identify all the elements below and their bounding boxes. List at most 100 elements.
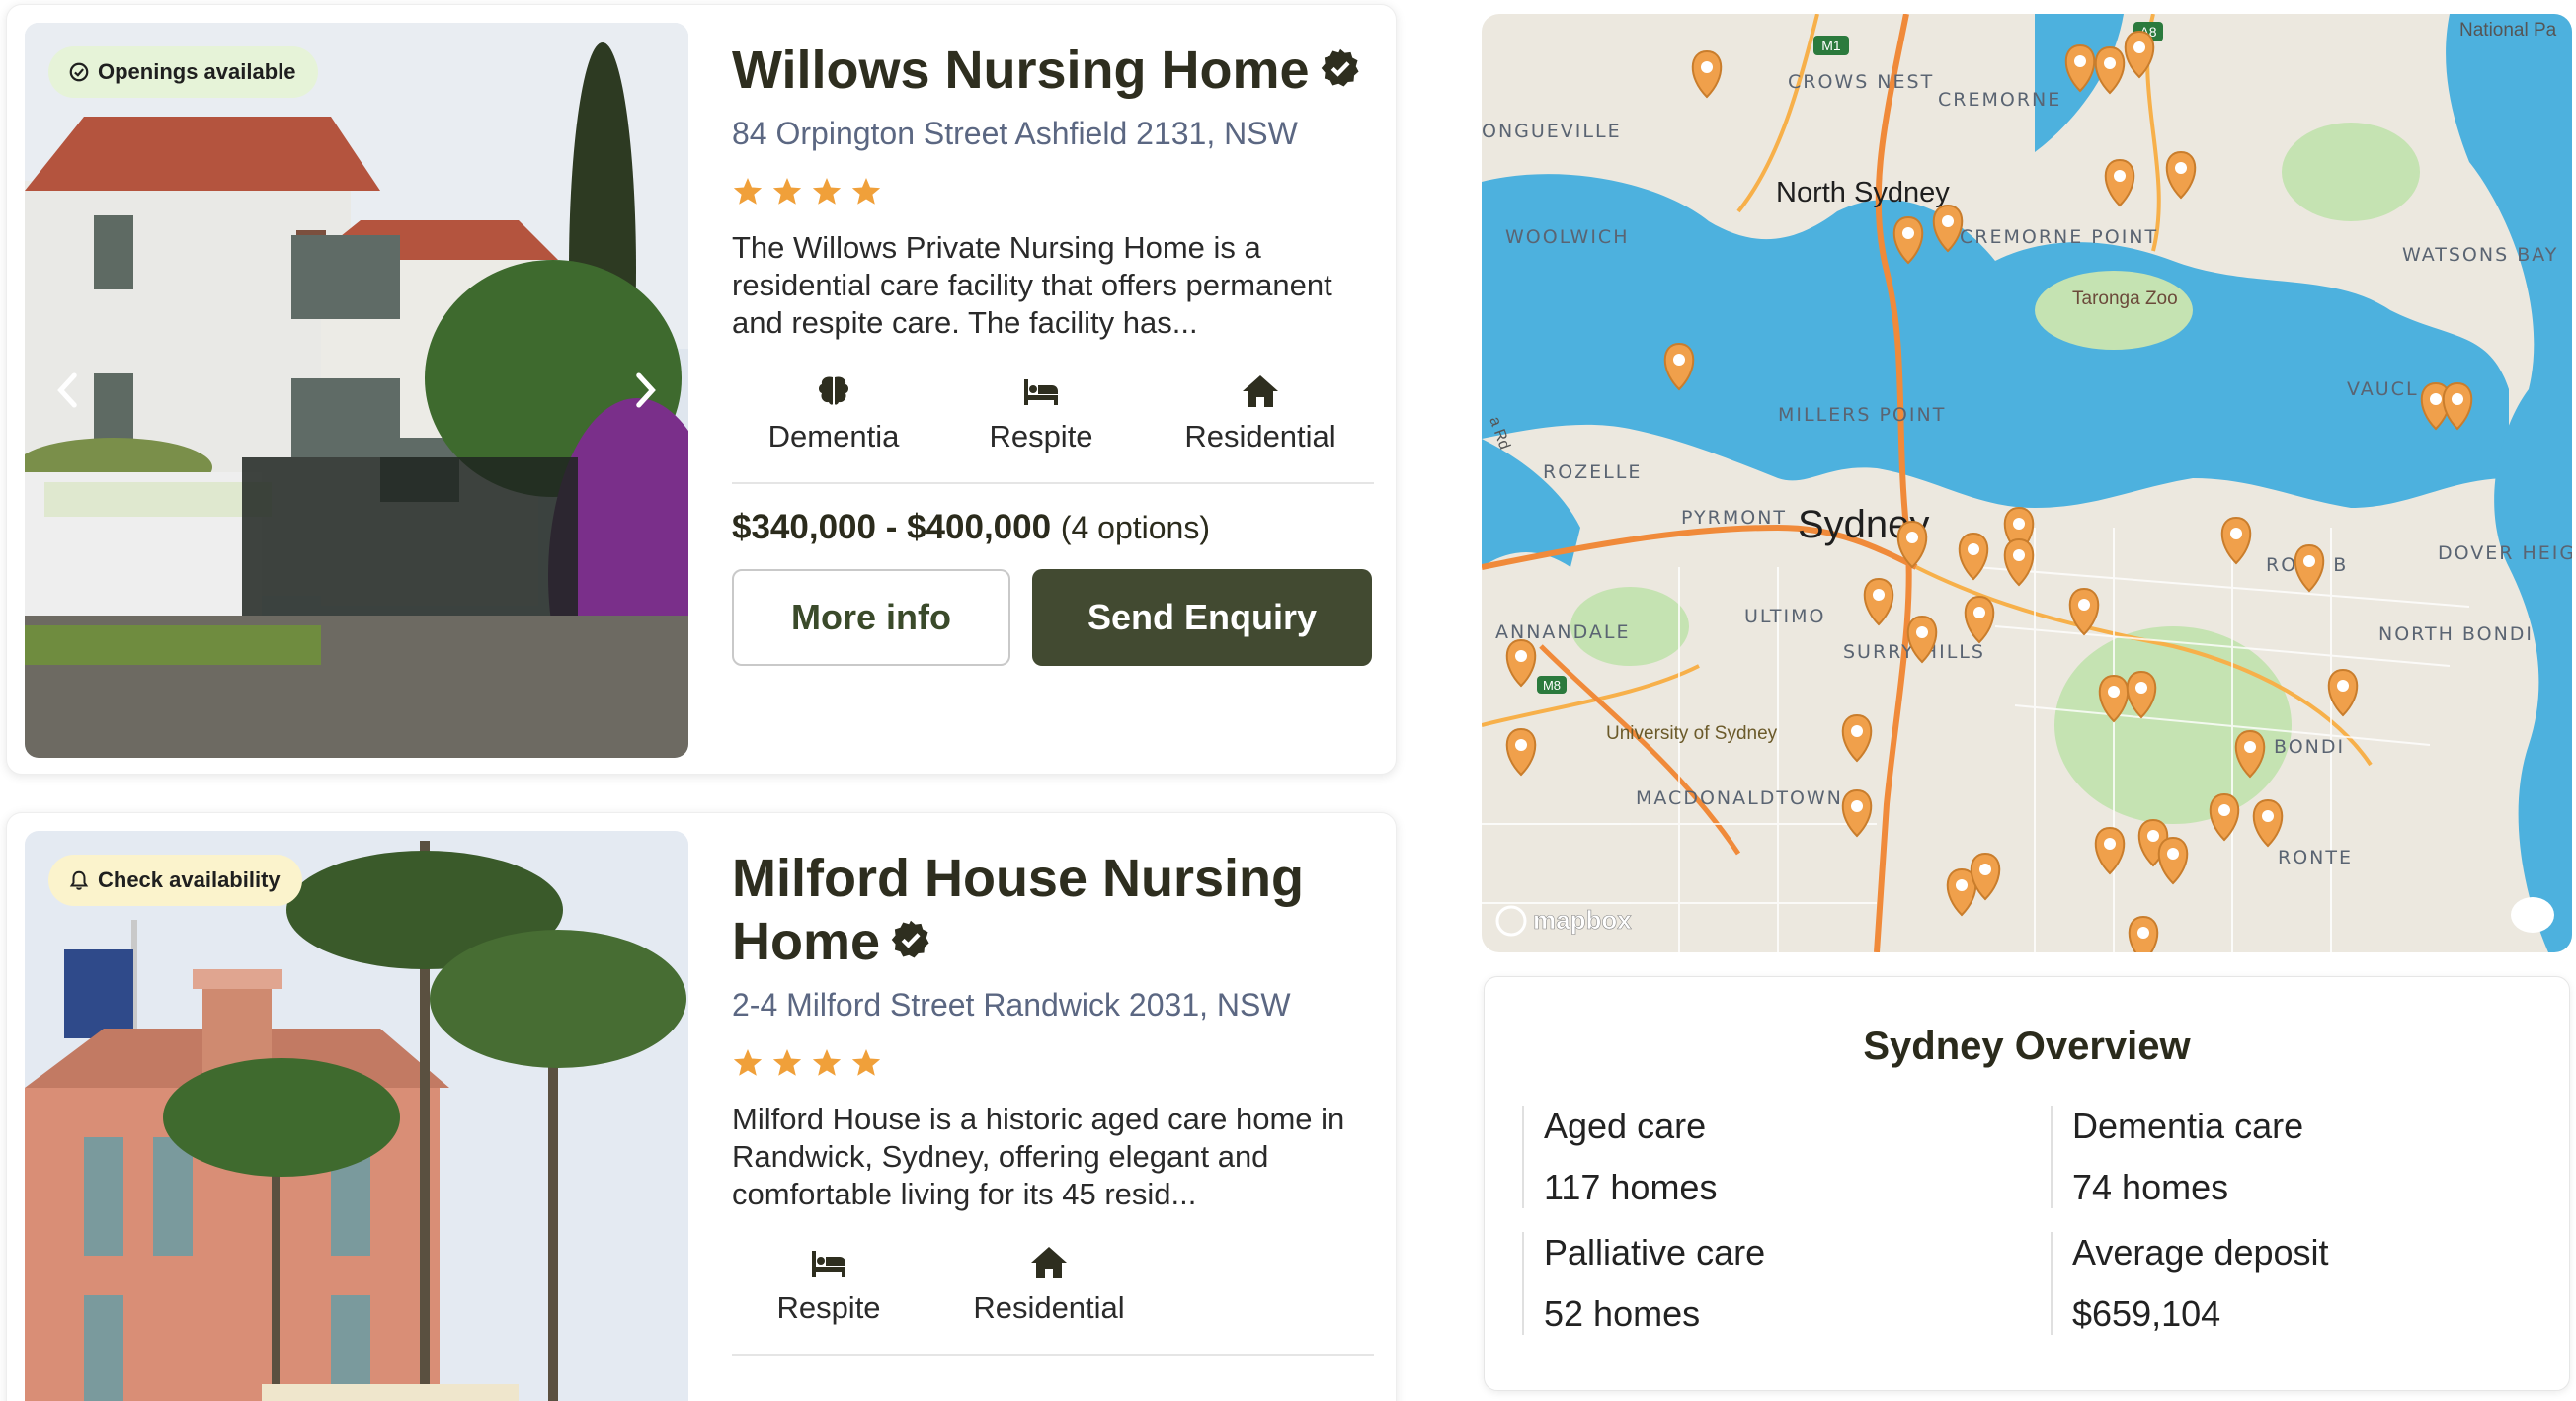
listing-info: Milford House Nursing Home 2-4 Milford S…: [732, 847, 1374, 1356]
chevron-left-icon: [57, 372, 77, 408]
house-photo: [25, 831, 688, 1401]
home-icon: [1243, 375, 1278, 407]
map-label: RONTE: [2278, 847, 2353, 868]
verified-badge-icon: [891, 920, 929, 958]
home-icon: [1031, 1247, 1067, 1278]
map-label: CREMORNE POINT: [1960, 226, 2158, 248]
carousel-prev-button[interactable]: [48, 371, 88, 410]
listing-title[interactable]: Willows Nursing Home: [732, 39, 1374, 102]
map-label: CREMORNE: [1938, 89, 2061, 111]
feature-residential: Residential: [1147, 373, 1374, 454]
stat-value: 52 homes: [1544, 1293, 1701, 1334]
highway-shield-m8: M8: [1543, 678, 1561, 693]
listing-name[interactable]: Milford House Nursing Home: [732, 849, 1304, 971]
map-label: ROZELLE: [1543, 461, 1642, 483]
house-photo: [25, 23, 688, 758]
stat-value: $659,104: [2072, 1293, 2221, 1334]
listing-photo-carousel[interactable]: Check availability: [25, 831, 688, 1401]
send-enquiry-button[interactable]: Send Enquiry: [1032, 569, 1372, 666]
availability-badge-label: Openings available: [98, 59, 296, 84]
map-label: CROWS NEST: [1788, 71, 1934, 93]
star-rating: [732, 1047, 1374, 1079]
map-label: WATSONS BAY: [2402, 244, 2558, 266]
availability-badge: Openings available: [48, 46, 318, 98]
map-label: ONGUEVILLE: [1482, 121, 1622, 142]
stat-palliative-care: Palliative care 52 homes: [1522, 1232, 2011, 1335]
listing-info: Willows Nursing Home 84 Orpington Street…: [732, 39, 1374, 666]
bed-icon: [1024, 379, 1058, 405]
feature-residential: Residential: [926, 1245, 1172, 1326]
price-options: (4 options): [1060, 510, 1210, 545]
star-icon: [851, 178, 881, 205]
map-label: VAUCL: [2347, 378, 2419, 400]
availability-badge-label: Check availability: [98, 867, 281, 892]
listing-photo-carousel[interactable]: Openings available: [25, 23, 688, 758]
feature-label: Residential: [973, 1290, 1125, 1325]
map-label-taronga-zoo: Taronga Zoo: [2072, 288, 2178, 309]
chevron-right-icon: [636, 372, 656, 408]
feature-label: Respite: [989, 419, 1093, 453]
star-icon: [772, 178, 802, 205]
care-features: Dementia Respite Residential: [732, 373, 1374, 484]
listing-actions: More info Send Enquiry: [732, 569, 1374, 666]
listing-name[interactable]: Willows Nursing Home: [732, 41, 1310, 100]
stat-label: Average deposit: [2072, 1232, 2329, 1273]
star-icon: [812, 1049, 842, 1076]
overview-title: Sydney Overview: [1863, 1025, 2191, 1068]
care-features: Respite Residential: [732, 1245, 1374, 1356]
map-attribution-icon[interactable]: [2511, 897, 2554, 933]
listing-card: Check availability Milford House Nursing…: [6, 812, 1397, 1401]
map-label: PYRMONT: [1681, 507, 1787, 529]
listing-address: 84 Orpington Street Ashfield 2131, NSW: [732, 116, 1298, 151]
listing-card: Openings available Willows Nursing Home …: [6, 4, 1397, 775]
map-label: BONDI: [2274, 736, 2345, 758]
stat-label: Palliative care: [1544, 1232, 1766, 1273]
availability-badge: Check availability: [48, 855, 302, 906]
map-label: ULTIMO: [1744, 606, 1825, 627]
star-icon: [733, 178, 763, 205]
stat-dementia-care: Dementia care 74 homes: [2051, 1106, 2539, 1208]
star-rating: [732, 176, 1374, 207]
feature-label: Respite: [776, 1290, 881, 1325]
price-value: $340,000 - $400,000: [732, 508, 1052, 546]
price-range: $340,000 - $400,000 (4 options): [732, 508, 1374, 547]
feature-label: Residential: [1184, 419, 1336, 453]
stat-label: Aged care: [1544, 1106, 1707, 1146]
map-label: MILLERS POINT: [1778, 404, 1946, 426]
star-icon: [851, 1049, 881, 1076]
feature-respite: Respite: [732, 1245, 926, 1326]
bell-icon: [69, 870, 89, 890]
feature-label: Dementia: [767, 419, 900, 453]
feature-dementia: Dementia: [732, 373, 935, 454]
carousel-next-button[interactable]: [625, 371, 665, 410]
check-circle-icon: [69, 62, 89, 82]
map-label: MACDONALDTOWN: [1636, 787, 1843, 809]
listing-description: The Willows Private Nursing Home is a re…: [732, 230, 1332, 340]
stat-aged-care: Aged care 117 homes: [1522, 1106, 2011, 1208]
map-label-north-sydney: North Sydney: [1776, 177, 1950, 208]
area-overview-panel: Sydney Overview Aged care 117 homes Deme…: [1484, 976, 2570, 1391]
verified-badge-icon: [1321, 48, 1359, 87]
map-label-university: University of Sydney: [1606, 723, 1778, 744]
map-label: NORTH BONDI: [2378, 623, 2534, 645]
map-label: National Pa: [2459, 20, 2557, 41]
star-icon: [733, 1049, 763, 1076]
map-canvas[interactable]: M1 A8 M8 CROWS NEST CREMORNE ONGUEVILLE …: [1482, 14, 2572, 952]
stat-value: 117 homes: [1544, 1167, 1718, 1207]
bed-icon: [812, 1251, 845, 1277]
highway-shield-m1: M1: [1821, 38, 1841, 53]
listing-title[interactable]: Milford House Nursing Home: [732, 847, 1374, 973]
brain-icon: [819, 376, 848, 405]
listing-description: Milford House is a historic aged care ho…: [732, 1102, 1345, 1211]
listing-address: 2-4 Milford Street Randwick 2031, NSW: [732, 987, 1291, 1023]
feature-respite: Respite: [935, 373, 1147, 454]
star-icon: [772, 1049, 802, 1076]
map-label: WOOLWICH: [1505, 226, 1629, 248]
stat-average-deposit: Average deposit $659,104: [2051, 1232, 2539, 1335]
star-icon: [812, 178, 842, 205]
more-info-button[interactable]: More info: [732, 569, 1010, 666]
results-map[interactable]: M1 A8 M8 CROWS NEST CREMORNE ONGUEVILLE …: [1482, 14, 2572, 952]
map-label: ANNANDALE: [1495, 621, 1631, 643]
stat-value: 74 homes: [2072, 1167, 2229, 1207]
stat-label: Dementia care: [2072, 1106, 2304, 1146]
